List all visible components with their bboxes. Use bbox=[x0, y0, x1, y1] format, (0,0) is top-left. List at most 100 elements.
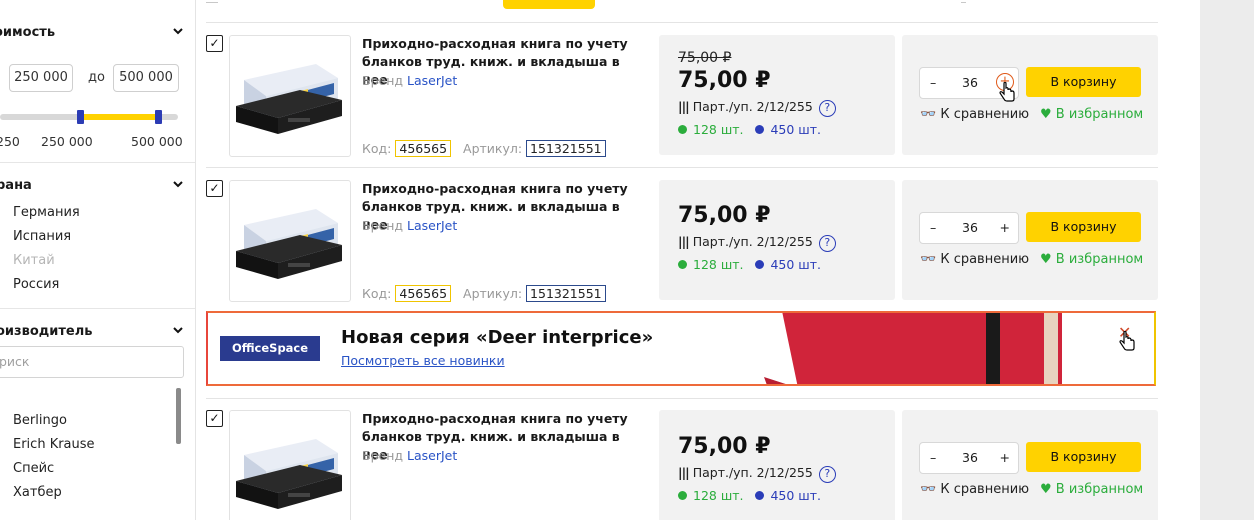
pack-info: ||| Парт./уп. 2/12/255? bbox=[678, 99, 836, 117]
price-panel: 75,00 ₽ 75,00 ₽ ||| Парт./уп. 2/12/255? 1… bbox=[659, 35, 895, 155]
slider-tick-label: 250 bbox=[0, 134, 20, 149]
help-icon[interactable]: ? bbox=[818, 466, 836, 483]
stock-green: 128 шт. bbox=[693, 488, 744, 503]
slider-tick-label: 250 000 bbox=[41, 134, 93, 149]
compare-label: К сравнению bbox=[940, 252, 1030, 267]
product-list: ✓ Приходно-расходная книга по учету блан… bbox=[196, 0, 1200, 520]
divider bbox=[961, 2, 966, 3]
product-image[interactable] bbox=[229, 180, 351, 302]
increase-button[interactable]: + bbox=[1000, 450, 1010, 465]
maker-option-hatber[interactable]: Хатбер bbox=[13, 485, 62, 500]
add-to-cart-button[interactable]: В корзину bbox=[1026, 67, 1141, 97]
page-gutter bbox=[1200, 0, 1254, 520]
compare-label: К сравнению bbox=[940, 107, 1030, 122]
country-option-germany[interactable]: Германия bbox=[13, 205, 80, 220]
price-from-input[interactable]: 250 000 bbox=[9, 64, 73, 92]
stock-blue: 450 шт. bbox=[770, 257, 821, 272]
glasses-icon: 👓 bbox=[920, 252, 937, 267]
product-checkbox[interactable]: ✓ bbox=[206, 180, 223, 197]
maker-filter-header[interactable]: оизводитель bbox=[0, 324, 190, 339]
product-brand: Бренд LaserJet bbox=[362, 448, 457, 463]
product-row: ✓ Приходно-расходная книга по учету блан… bbox=[206, 180, 1158, 312]
compare-button[interactable]: 👓 К сравнению bbox=[920, 252, 1029, 267]
green-dot-icon bbox=[678, 491, 687, 500]
product-checkbox[interactable]: ✓ bbox=[206, 410, 223, 427]
favorite-button[interactable]: ♥ В избранном bbox=[1040, 252, 1143, 267]
glasses-icon: 👓 bbox=[920, 482, 937, 497]
product-article: 151321551 bbox=[526, 140, 606, 157]
add-to-cart-button[interactable]: В корзину bbox=[1026, 212, 1141, 242]
brand-link[interactable]: LaserJet bbox=[407, 218, 457, 233]
favorite-button[interactable]: ♥ В избранном bbox=[1040, 107, 1143, 122]
banner-title: Новая серия «Deer interprice» bbox=[341, 327, 654, 348]
price-to-input[interactable]: 500 000 bbox=[113, 64, 179, 92]
pack-info: ||| Парт./уп. 2/12/255? bbox=[678, 234, 836, 252]
old-price: 75,00 ₽ bbox=[678, 50, 732, 66]
pack-text: Парт./уп. 2/12/255 bbox=[692, 99, 813, 114]
divider bbox=[206, 167, 1158, 168]
maker-filter-title: оизводитель bbox=[0, 324, 93, 339]
maker-option-berlingo[interactable]: Berlingo bbox=[13, 413, 67, 428]
product-image[interactable] bbox=[229, 410, 351, 520]
chevron-down-icon[interactable] bbox=[172, 25, 184, 41]
increase-button[interactable]: + bbox=[1000, 220, 1010, 235]
brand-label: Бренд bbox=[362, 73, 404, 88]
product-code: 456565 bbox=[395, 140, 452, 157]
top-cart-button[interactable] bbox=[503, 0, 595, 9]
brand-link[interactable]: LaserJet bbox=[407, 73, 457, 88]
price-panel: 75,00 ₽ ||| Парт./уп. 2/12/255? 128 шт. 4… bbox=[659, 410, 895, 520]
stock-green: 128 шт. bbox=[693, 122, 744, 137]
divider bbox=[206, 2, 218, 3]
price-slider-handle-max[interactable] bbox=[155, 110, 162, 124]
green-dot-icon bbox=[678, 125, 687, 134]
compare-button[interactable]: 👓 К сравнению bbox=[920, 482, 1029, 497]
blue-dot-icon bbox=[755, 491, 765, 500]
product-checkbox[interactable]: ✓ bbox=[206, 35, 223, 52]
promo-banner[interactable]: OfficeSpace Новая серия «Deer interprice… bbox=[206, 311, 1156, 386]
maker-search-input[interactable]: риск bbox=[0, 346, 184, 378]
hand-cursor-icon bbox=[999, 82, 1015, 102]
price-filter-header[interactable]: оимость bbox=[0, 25, 190, 40]
stock-info: 128 шт. 450 шт. bbox=[678, 488, 821, 503]
product-article: 151321551 bbox=[526, 285, 606, 302]
price-between-label: до bbox=[88, 70, 105, 85]
pack-info: ||| Парт./уп. 2/12/255? bbox=[678, 465, 836, 483]
heart-icon: ♥ bbox=[1040, 107, 1052, 122]
glasses-icon: 👓 bbox=[920, 107, 937, 122]
product-brand: Бренд LaserJet bbox=[362, 73, 457, 88]
quantity-stepper[interactable]: – 36 + bbox=[919, 212, 1019, 244]
brand-link[interactable]: LaserJet bbox=[407, 448, 457, 463]
divider bbox=[206, 398, 1158, 399]
favorite-button[interactable]: ♥ В избранном bbox=[1040, 482, 1143, 497]
country-option-russia[interactable]: Россия bbox=[13, 277, 59, 292]
stock-blue: 450 шт. bbox=[770, 122, 821, 137]
price-slider-handle-min[interactable] bbox=[77, 110, 84, 124]
buy-panel: – 36 + В корзину 👓 К сравнению ♥ В избра… bbox=[902, 35, 1158, 155]
help-icon[interactable]: ? bbox=[818, 100, 836, 117]
maker-option-erich-krause[interactable]: Erich Krause bbox=[13, 437, 95, 452]
heart-icon: ♥ bbox=[1040, 252, 1052, 267]
scrollbar-thumb[interactable] bbox=[176, 388, 181, 444]
add-to-cart-button[interactable]: В корзину bbox=[1026, 442, 1141, 472]
compare-label: К сравнению bbox=[940, 482, 1030, 497]
country-option-spain[interactable]: Испания bbox=[13, 229, 71, 244]
product-image[interactable] bbox=[229, 35, 351, 157]
compare-button[interactable]: 👓 К сравнению bbox=[920, 107, 1029, 122]
favorite-label: В избранном bbox=[1055, 482, 1144, 497]
help-icon[interactable]: ? bbox=[818, 235, 836, 252]
current-price: 75,00 ₽ bbox=[678, 68, 771, 93]
country-filter-header[interactable]: рана bbox=[0, 178, 190, 193]
article-label: Артикул: bbox=[463, 141, 523, 156]
blue-dot-icon bbox=[755, 260, 765, 269]
quantity-stepper[interactable]: – 36 + bbox=[919, 442, 1019, 474]
chevron-down-icon[interactable] bbox=[172, 178, 184, 194]
code-label: Код: bbox=[362, 286, 392, 301]
banner-link[interactable]: Посмотреть все новинки bbox=[341, 353, 505, 368]
maker-option-speis[interactable]: Спейс bbox=[13, 461, 54, 476]
filter-sidebar: оимость 250 000 до 500 000 250 250 000 5… bbox=[0, 0, 196, 520]
product-brand: Бренд LaserJet bbox=[362, 218, 457, 233]
code-label: Код: bbox=[362, 141, 392, 156]
chevron-down-icon[interactable] bbox=[172, 324, 184, 340]
barcode-icon: ||| bbox=[678, 465, 690, 480]
blue-dot-icon bbox=[755, 125, 765, 134]
